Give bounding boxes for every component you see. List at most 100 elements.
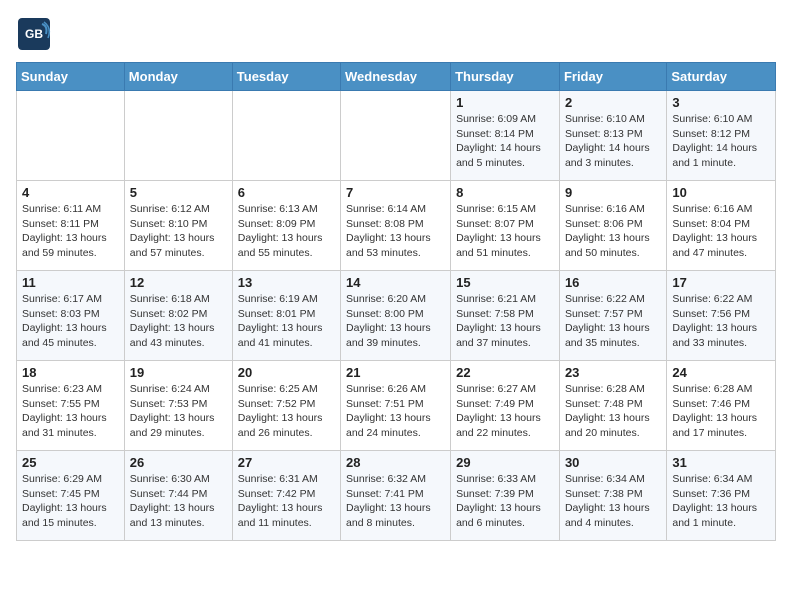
day-cell bbox=[124, 91, 232, 181]
day-number: 8 bbox=[456, 185, 554, 200]
day-info: Sunrise: 6:14 AM Sunset: 8:08 PM Dayligh… bbox=[346, 202, 445, 261]
day-cell bbox=[341, 91, 451, 181]
day-info: Sunrise: 6:34 AM Sunset: 7:38 PM Dayligh… bbox=[565, 472, 661, 531]
day-info: Sunrise: 6:34 AM Sunset: 7:36 PM Dayligh… bbox=[672, 472, 770, 531]
day-cell: 29 Sunrise: 6:33 AM Sunset: 7:39 PM Dayli… bbox=[451, 451, 560, 541]
day-cell: 30 Sunrise: 6:34 AM Sunset: 7:38 PM Dayli… bbox=[559, 451, 666, 541]
day-number: 1 bbox=[456, 95, 554, 110]
day-info: Sunrise: 6:33 AM Sunset: 7:39 PM Dayligh… bbox=[456, 472, 554, 531]
weekday-header-sunday: Sunday bbox=[17, 63, 125, 91]
day-number: 19 bbox=[130, 365, 227, 380]
logo-icon: GB bbox=[16, 16, 52, 52]
day-info: Sunrise: 6:16 AM Sunset: 8:04 PM Dayligh… bbox=[672, 202, 770, 261]
day-number: 5 bbox=[130, 185, 227, 200]
day-info: Sunrise: 6:17 AM Sunset: 8:03 PM Dayligh… bbox=[22, 292, 119, 351]
day-info: Sunrise: 6:31 AM Sunset: 7:42 PM Dayligh… bbox=[238, 472, 335, 531]
day-number: 26 bbox=[130, 455, 227, 470]
day-number: 23 bbox=[565, 365, 661, 380]
day-info: Sunrise: 6:28 AM Sunset: 7:48 PM Dayligh… bbox=[565, 382, 661, 441]
day-info: Sunrise: 6:30 AM Sunset: 7:44 PM Dayligh… bbox=[130, 472, 227, 531]
day-number: 25 bbox=[22, 455, 119, 470]
day-cell: 6Sunrise: 6:13 AM Sunset: 8:09 PM Daylig… bbox=[232, 181, 340, 271]
day-cell: 24Sunrise: 6:28 AM Sunset: 7:46 PM Dayli… bbox=[667, 361, 776, 451]
day-cell: 16Sunrise: 6:22 AM Sunset: 7:57 PM Dayli… bbox=[559, 271, 666, 361]
day-info: Sunrise: 6:20 AM Sunset: 8:00 PM Dayligh… bbox=[346, 292, 445, 351]
week-row-4: 18 Sunrise: 6:23 AM Sunset: 7:55 PM Dayli… bbox=[17, 361, 776, 451]
day-info: Sunrise: 6:12 AM Sunset: 8:10 PM Dayligh… bbox=[130, 202, 227, 261]
weekday-header-tuesday: Tuesday bbox=[232, 63, 340, 91]
day-number: 11 bbox=[22, 275, 119, 290]
week-row-5: 25 Sunrise: 6:29 AM Sunset: 7:45 PM Dayli… bbox=[17, 451, 776, 541]
day-cell: 31 Sunrise: 6:34 AM Sunset: 7:36 PM Dayli… bbox=[667, 451, 776, 541]
week-row-1: 1 Sunrise: 6:09 AM Sunset: 8:14 PM Daylig… bbox=[17, 91, 776, 181]
day-number: 4 bbox=[22, 185, 119, 200]
day-info: Sunrise: 6:11 AM Sunset: 8:11 PM Dayligh… bbox=[22, 202, 119, 261]
day-info: Sunrise: 6:26 AM Sunset: 7:51 PM Dayligh… bbox=[346, 382, 445, 441]
day-info: Sunrise: 6:32 AM Sunset: 7:41 PM Dayligh… bbox=[346, 472, 445, 531]
day-cell: 20Sunrise: 6:25 AM Sunset: 7:52 PM Dayli… bbox=[232, 361, 340, 451]
day-info: Sunrise: 6:10 AM Sunset: 8:13 PM Dayligh… bbox=[565, 112, 661, 171]
weekday-header-friday: Friday bbox=[559, 63, 666, 91]
day-number: 15 bbox=[456, 275, 554, 290]
day-info: Sunrise: 6:29 AM Sunset: 7:45 PM Dayligh… bbox=[22, 472, 119, 531]
day-cell: 9 Sunrise: 6:16 AM Sunset: 8:06 PM Daylig… bbox=[559, 181, 666, 271]
day-cell: 25 Sunrise: 6:29 AM Sunset: 7:45 PM Dayli… bbox=[17, 451, 125, 541]
day-cell: 19Sunrise: 6:24 AM Sunset: 7:53 PM Dayli… bbox=[124, 361, 232, 451]
day-cell bbox=[232, 91, 340, 181]
day-info: Sunrise: 6:28 AM Sunset: 7:46 PM Dayligh… bbox=[672, 382, 770, 441]
day-number: 29 bbox=[456, 455, 554, 470]
day-cell: 21Sunrise: 6:26 AM Sunset: 7:51 PM Dayli… bbox=[341, 361, 451, 451]
day-cell: 14 Sunrise: 6:20 AM Sunset: 8:00 PM Dayli… bbox=[341, 271, 451, 361]
day-cell: 3 Sunrise: 6:10 AM Sunset: 8:12 PM Daylig… bbox=[667, 91, 776, 181]
day-number: 31 bbox=[672, 455, 770, 470]
day-number: 6 bbox=[238, 185, 335, 200]
day-info: Sunrise: 6:10 AM Sunset: 8:12 PM Dayligh… bbox=[672, 112, 770, 171]
day-number: 22 bbox=[456, 365, 554, 380]
day-info: Sunrise: 6:09 AM Sunset: 8:14 PM Dayligh… bbox=[456, 112, 554, 171]
day-info: Sunrise: 6:27 AM Sunset: 7:49 PM Dayligh… bbox=[456, 382, 554, 441]
day-number: 9 bbox=[565, 185, 661, 200]
day-cell: 28 Sunrise: 6:32 AM Sunset: 7:41 PM Dayli… bbox=[341, 451, 451, 541]
day-number: 14 bbox=[346, 275, 445, 290]
weekday-header-wednesday: Wednesday bbox=[341, 63, 451, 91]
day-number: 28 bbox=[346, 455, 445, 470]
weekday-header-thursday: Thursday bbox=[451, 63, 560, 91]
week-row-2: 4 Sunrise: 6:11 AM Sunset: 8:11 PM Daylig… bbox=[17, 181, 776, 271]
day-cell: 5 Sunrise: 6:12 AM Sunset: 8:10 PM Daylig… bbox=[124, 181, 232, 271]
calendar-table: SundayMondayTuesdayWednesdayThursdayFrid… bbox=[16, 62, 776, 541]
day-cell: 12 Sunrise: 6:18 AM Sunset: 8:02 PM Dayli… bbox=[124, 271, 232, 361]
day-info: Sunrise: 6:18 AM Sunset: 8:02 PM Dayligh… bbox=[130, 292, 227, 351]
day-cell: 22 Sunrise: 6:27 AM Sunset: 7:49 PM Dayli… bbox=[451, 361, 560, 451]
week-row-3: 11 Sunrise: 6:17 AM Sunset: 8:03 PM Dayli… bbox=[17, 271, 776, 361]
day-cell: 18 Sunrise: 6:23 AM Sunset: 7:55 PM Dayli… bbox=[17, 361, 125, 451]
day-number: 3 bbox=[672, 95, 770, 110]
day-cell: 7Sunrise: 6:14 AM Sunset: 8:08 PM Daylig… bbox=[341, 181, 451, 271]
day-cell: 4 Sunrise: 6:11 AM Sunset: 8:11 PM Daylig… bbox=[17, 181, 125, 271]
day-number: 10 bbox=[672, 185, 770, 200]
weekday-header-saturday: Saturday bbox=[667, 63, 776, 91]
day-number: 2 bbox=[565, 95, 661, 110]
day-number: 13 bbox=[238, 275, 335, 290]
day-info: Sunrise: 6:22 AM Sunset: 7:56 PM Dayligh… bbox=[672, 292, 770, 351]
day-cell: 15 Sunrise: 6:21 AM Sunset: 7:58 PM Dayli… bbox=[451, 271, 560, 361]
day-info: Sunrise: 6:23 AM Sunset: 7:55 PM Dayligh… bbox=[22, 382, 119, 441]
day-cell: 23 Sunrise: 6:28 AM Sunset: 7:48 PM Dayli… bbox=[559, 361, 666, 451]
day-cell: 1 Sunrise: 6:09 AM Sunset: 8:14 PM Daylig… bbox=[451, 91, 560, 181]
day-cell: 2 Sunrise: 6:10 AM Sunset: 8:13 PM Daylig… bbox=[559, 91, 666, 181]
day-number: 18 bbox=[22, 365, 119, 380]
day-cell bbox=[17, 91, 125, 181]
day-cell: 8 Sunrise: 6:15 AM Sunset: 8:07 PM Daylig… bbox=[451, 181, 560, 271]
day-cell: 17Sunrise: 6:22 AM Sunset: 7:56 PM Dayli… bbox=[667, 271, 776, 361]
day-cell: 13 Sunrise: 6:19 AM Sunset: 8:01 PM Dayli… bbox=[232, 271, 340, 361]
weekday-header-monday: Monday bbox=[124, 63, 232, 91]
day-info: Sunrise: 6:15 AM Sunset: 8:07 PM Dayligh… bbox=[456, 202, 554, 261]
day-info: Sunrise: 6:21 AM Sunset: 7:58 PM Dayligh… bbox=[456, 292, 554, 351]
day-cell: 26 Sunrise: 6:30 AM Sunset: 7:44 PM Dayli… bbox=[124, 451, 232, 541]
day-info: Sunrise: 6:19 AM Sunset: 8:01 PM Dayligh… bbox=[238, 292, 335, 351]
day-info: Sunrise: 6:16 AM Sunset: 8:06 PM Dayligh… bbox=[565, 202, 661, 261]
page-header: GB bbox=[16, 16, 776, 52]
day-number: 12 bbox=[130, 275, 227, 290]
day-number: 27 bbox=[238, 455, 335, 470]
day-number: 30 bbox=[565, 455, 661, 470]
day-number: 16 bbox=[565, 275, 661, 290]
